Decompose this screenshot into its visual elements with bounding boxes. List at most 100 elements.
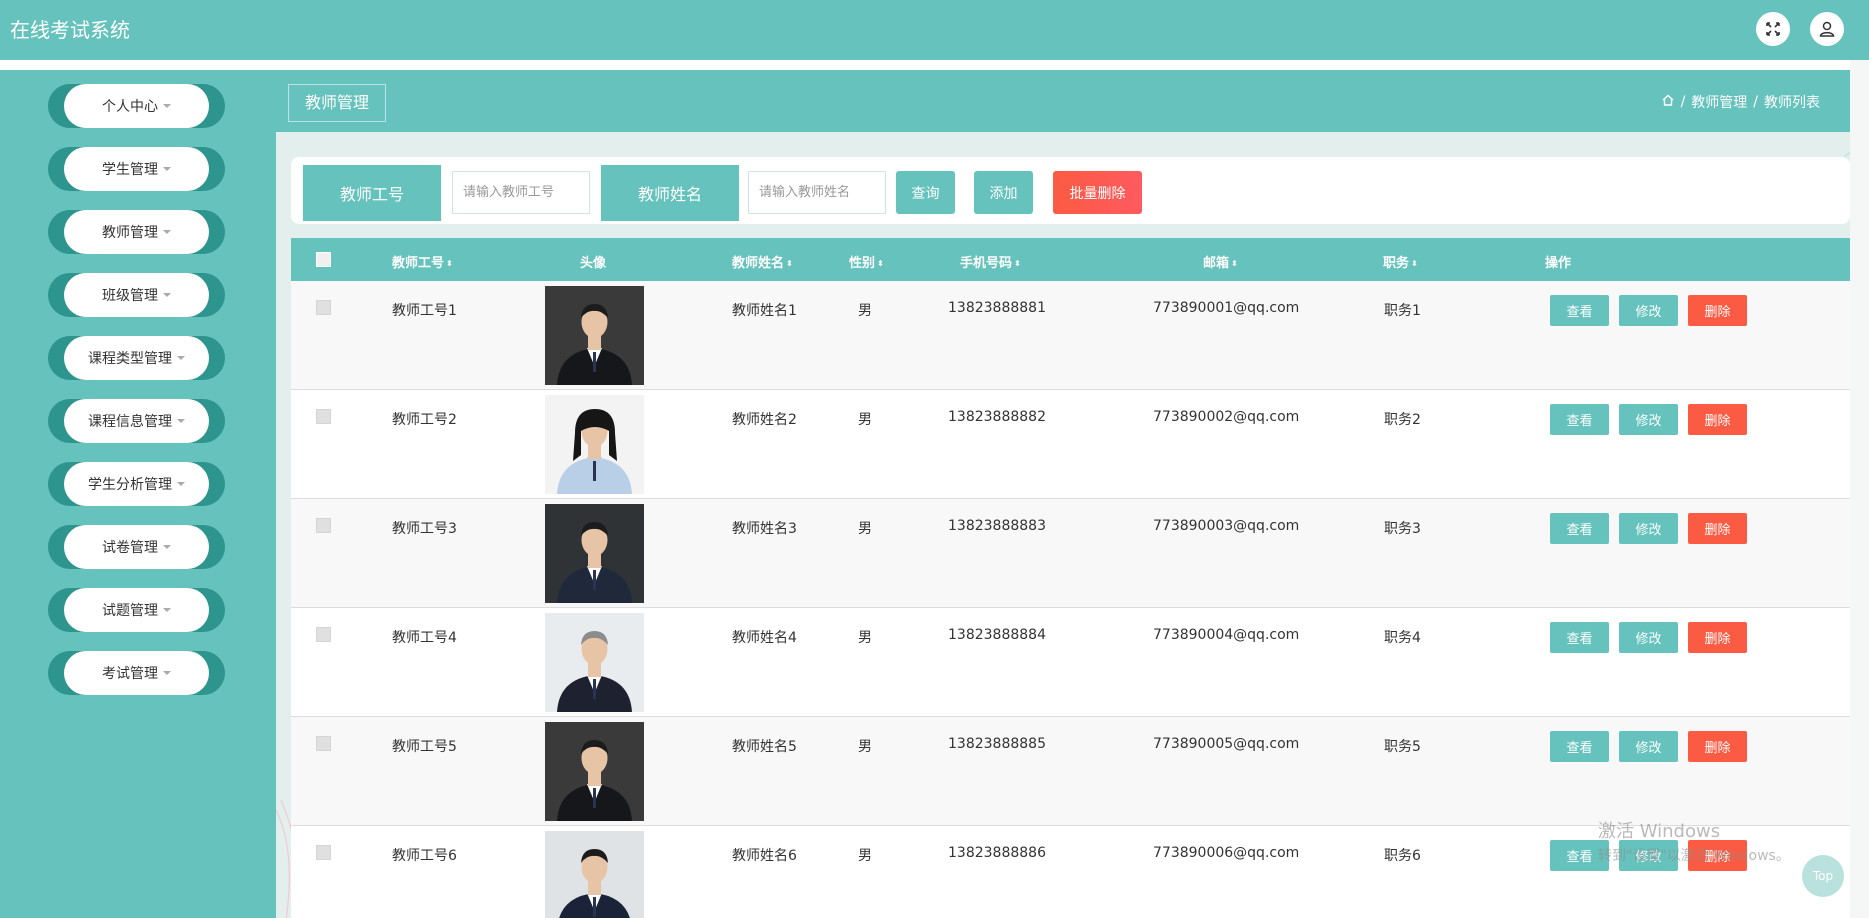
sidebar-item[interactable]: 个人中心 (48, 84, 225, 128)
home-icon[interactable] (1661, 93, 1675, 111)
edit-button[interactable]: 修改 (1619, 622, 1678, 653)
sidebar-item-button[interactable]: 课程类型管理 (64, 336, 209, 380)
column-phone[interactable]: 手机号码 ⬍ (960, 252, 1021, 271)
row-checkbox[interactable] (316, 300, 331, 315)
delete-button[interactable]: 删除 (1688, 513, 1747, 544)
sort-icon[interactable]: ⬍ (786, 259, 793, 268)
delete-button[interactable]: 删除 (1688, 404, 1747, 435)
sidebar-item-button[interactable]: 学生分析管理 (64, 462, 209, 506)
teacher-id-cell: 教师工号3 (392, 521, 457, 537)
title-cell: 职务5 (1384, 739, 1421, 755)
edit-button[interactable]: 修改 (1619, 731, 1678, 762)
breadcrumb-section[interactable]: 教师管理 (1691, 92, 1747, 112)
table-row[interactable]: 教师工号5 教师姓名5 男 13823888885 773890005@qq.com 职务… (291, 717, 1850, 826)
edit-button[interactable]: 修改 (1619, 404, 1678, 435)
breadcrumb-separator: / (1680, 94, 1686, 110)
sidebar-item[interactable]: 学生管理 (48, 147, 225, 191)
sidebar-item[interactable]: 班级管理 (48, 273, 225, 317)
sidebar-item-button[interactable]: 试卷管理 (64, 525, 209, 569)
sidebar-item[interactable]: 学生分析管理 (48, 462, 225, 506)
sidebar-item-label: 个人中心 (102, 99, 158, 115)
page-tab[interactable]: 教师管理 (288, 84, 387, 122)
view-button[interactable]: 查看 (1550, 404, 1609, 435)
phone-cell: 13823888881 (948, 300, 1046, 316)
sidebar-item[interactable]: 试题管理 (48, 588, 225, 632)
teacher-id-input[interactable] (452, 171, 590, 214)
teacher-id-cell: 教师工号2 (392, 412, 457, 428)
back-to-top-button[interactable]: Top (1802, 855, 1844, 897)
email-cell: 773890002@qq.com (1153, 409, 1300, 425)
column-email[interactable]: 邮箱 ⬍ (1203, 252, 1238, 271)
sort-icon[interactable]: ⬍ (1411, 259, 1418, 268)
sidebar-item-button[interactable]: 班级管理 (64, 273, 209, 317)
sidebar-item-label: 学生管理 (102, 162, 158, 178)
teacher-avatar-image (545, 613, 644, 712)
sidebar-item-label: 考试管理 (102, 666, 158, 682)
column-title[interactable]: 职务 ⬍ (1383, 252, 1418, 271)
sidebar-item-button[interactable]: 学生管理 (64, 147, 209, 191)
title-cell: 职务1 (1384, 303, 1421, 319)
sidebar-item[interactable]: 课程信息管理 (48, 399, 225, 443)
caret-down-icon (163, 608, 171, 612)
sort-icon[interactable]: ⬍ (446, 259, 453, 268)
caret-down-icon (163, 104, 171, 108)
sidebar-item-button[interactable]: 个人中心 (64, 84, 209, 128)
sidebar-item[interactable]: 课程类型管理 (48, 336, 225, 380)
breadcrumb-current: 教师列表 (1764, 95, 1820, 111)
view-button[interactable]: 查看 (1550, 731, 1609, 762)
teacher-id-cell: 教师工号1 (392, 303, 457, 319)
row-checkbox[interactable] (316, 845, 331, 860)
sidebar-item[interactable]: 教师管理 (48, 210, 225, 254)
teacher-name-input[interactable] (748, 171, 886, 214)
teacher-avatar-image (545, 831, 644, 918)
add-button[interactable]: 添加 (974, 171, 1033, 214)
sort-icon[interactable]: ⬍ (877, 259, 884, 268)
row-checkbox[interactable] (316, 409, 331, 424)
sidebar: 个人中心学生管理教师管理班级管理课程类型管理 课程信息管理 学生分析管理 试卷管理试题… (0, 70, 276, 918)
query-button[interactable]: 查询 (896, 171, 955, 214)
scrollbar-track[interactable] (1850, 60, 1869, 918)
row-checkbox[interactable] (316, 627, 331, 642)
row-checkbox[interactable] (316, 518, 331, 533)
sidebar-item-button[interactable]: 试题管理 (64, 588, 209, 632)
view-button[interactable]: 查看 (1550, 513, 1609, 544)
column-teacher-id[interactable]: 教师工号 ⬍ (392, 252, 453, 271)
delete-button[interactable]: 删除 (1688, 731, 1747, 762)
edit-button[interactable]: 修改 (1619, 295, 1678, 326)
column-teacher-name[interactable]: 教师姓名 ⬍ (732, 252, 793, 271)
title-cell: 职务3 (1384, 521, 1421, 537)
sidebar-item-button[interactable]: 教师管理 (64, 210, 209, 254)
select-all-checkbox[interactable] (316, 252, 331, 267)
caret-down-icon (177, 356, 185, 360)
batch-delete-button[interactable]: 批量删除 (1053, 171, 1142, 214)
row-checkbox[interactable] (316, 736, 331, 751)
table-row[interactable]: 教师工号2 教师姓名2 男 13823888882 773890002@qq.com 职务… (291, 390, 1850, 499)
edit-button[interactable]: 修改 (1619, 513, 1678, 544)
table-row[interactable]: 教师工号3 教师姓名3 男 13823888883 773890003@qq.com 职务… (291, 499, 1850, 608)
teacher-avatar-image (545, 286, 644, 385)
email-cell: 773890005@qq.com (1153, 736, 1300, 752)
teacher-avatar-image (545, 395, 644, 494)
teacher-id-cell: 教师工号4 (392, 630, 457, 646)
caret-down-icon (163, 230, 171, 234)
sort-icon[interactable]: ⬍ (1014, 259, 1021, 268)
user-icon[interactable] (1810, 12, 1844, 46)
column-gender[interactable]: 性别 ⬍ (849, 252, 884, 271)
sidebar-item-button[interactable]: 考试管理 (64, 651, 209, 695)
caret-down-icon (163, 671, 171, 675)
table-row[interactable]: 教师工号4 教师姓名4 男 13823888884 773890004@qq.com 职务… (291, 608, 1850, 717)
phone-cell: 13823888882 (948, 409, 1046, 425)
caret-down-icon (163, 545, 171, 549)
view-button[interactable]: 查看 (1550, 622, 1609, 653)
column-avatar: 头像 (580, 256, 607, 271)
sidebar-item[interactable]: 考试管理 (48, 651, 225, 695)
delete-button[interactable]: 删除 (1688, 295, 1747, 326)
view-button[interactable]: 查看 (1550, 295, 1609, 326)
delete-button[interactable]: 删除 (1688, 622, 1747, 653)
sort-icon[interactable]: ⬍ (1231, 259, 1238, 268)
fullscreen-icon[interactable] (1756, 12, 1790, 46)
sidebar-item[interactable]: 试卷管理 (48, 525, 225, 569)
table-row[interactable]: 教师工号1 教师姓名1 男 13823888881 773890001@qq.com 职务… (291, 281, 1850, 390)
caret-down-icon (177, 419, 185, 423)
sidebar-item-button[interactable]: 课程信息管理 (64, 399, 209, 443)
